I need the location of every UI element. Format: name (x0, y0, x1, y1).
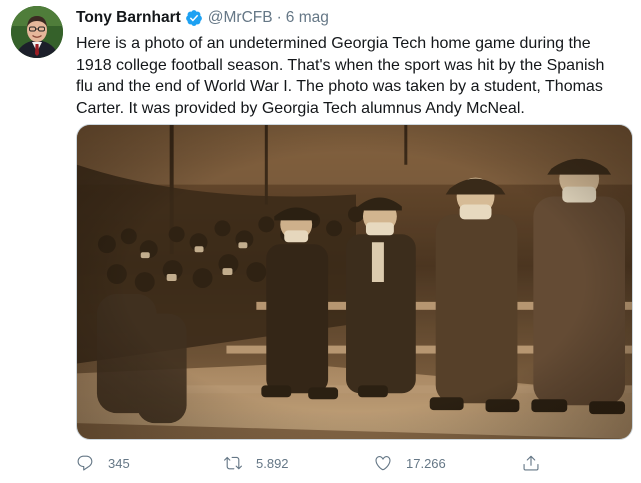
separator-dot: · (276, 9, 282, 26)
share-button[interactable] (522, 453, 554, 473)
retweet-button[interactable]: 5.892 (224, 453, 289, 473)
tweet[interactable]: Tony Barnhart @MrCFB · 6 mag Here is a p… (0, 0, 641, 483)
retweet-icon (224, 456, 242, 470)
tweet-timestamp[interactable]: 6 mag (286, 9, 329, 27)
author-name[interactable]: Tony Barnhart (76, 9, 181, 27)
like-button[interactable]: 17.266 (374, 453, 446, 473)
tweet-actions: 345 5.892 17.266 (76, 453, 546, 473)
share-icon (523, 455, 539, 471)
like-count: 17.266 (406, 455, 446, 471)
retweet-count: 5.892 (256, 455, 289, 471)
tweet-text: Here is a photo of an undetermined Georg… (76, 35, 605, 117)
verified-badge-icon (185, 10, 202, 26)
author-handle[interactable]: @MrCFB (208, 9, 273, 27)
reply-count: 345 (108, 455, 130, 471)
user-avatar-icon (11, 6, 63, 58)
tweet-photo[interactable] (76, 124, 633, 440)
heart-icon (375, 456, 391, 471)
reply-icon (77, 455, 93, 471)
tweet-header: Tony Barnhart @MrCFB · 6 mag (76, 8, 329, 28)
reply-button[interactable]: 345 (76, 453, 130, 473)
avatar[interactable] (11, 6, 63, 58)
sepia-crowd-photo (77, 125, 632, 439)
